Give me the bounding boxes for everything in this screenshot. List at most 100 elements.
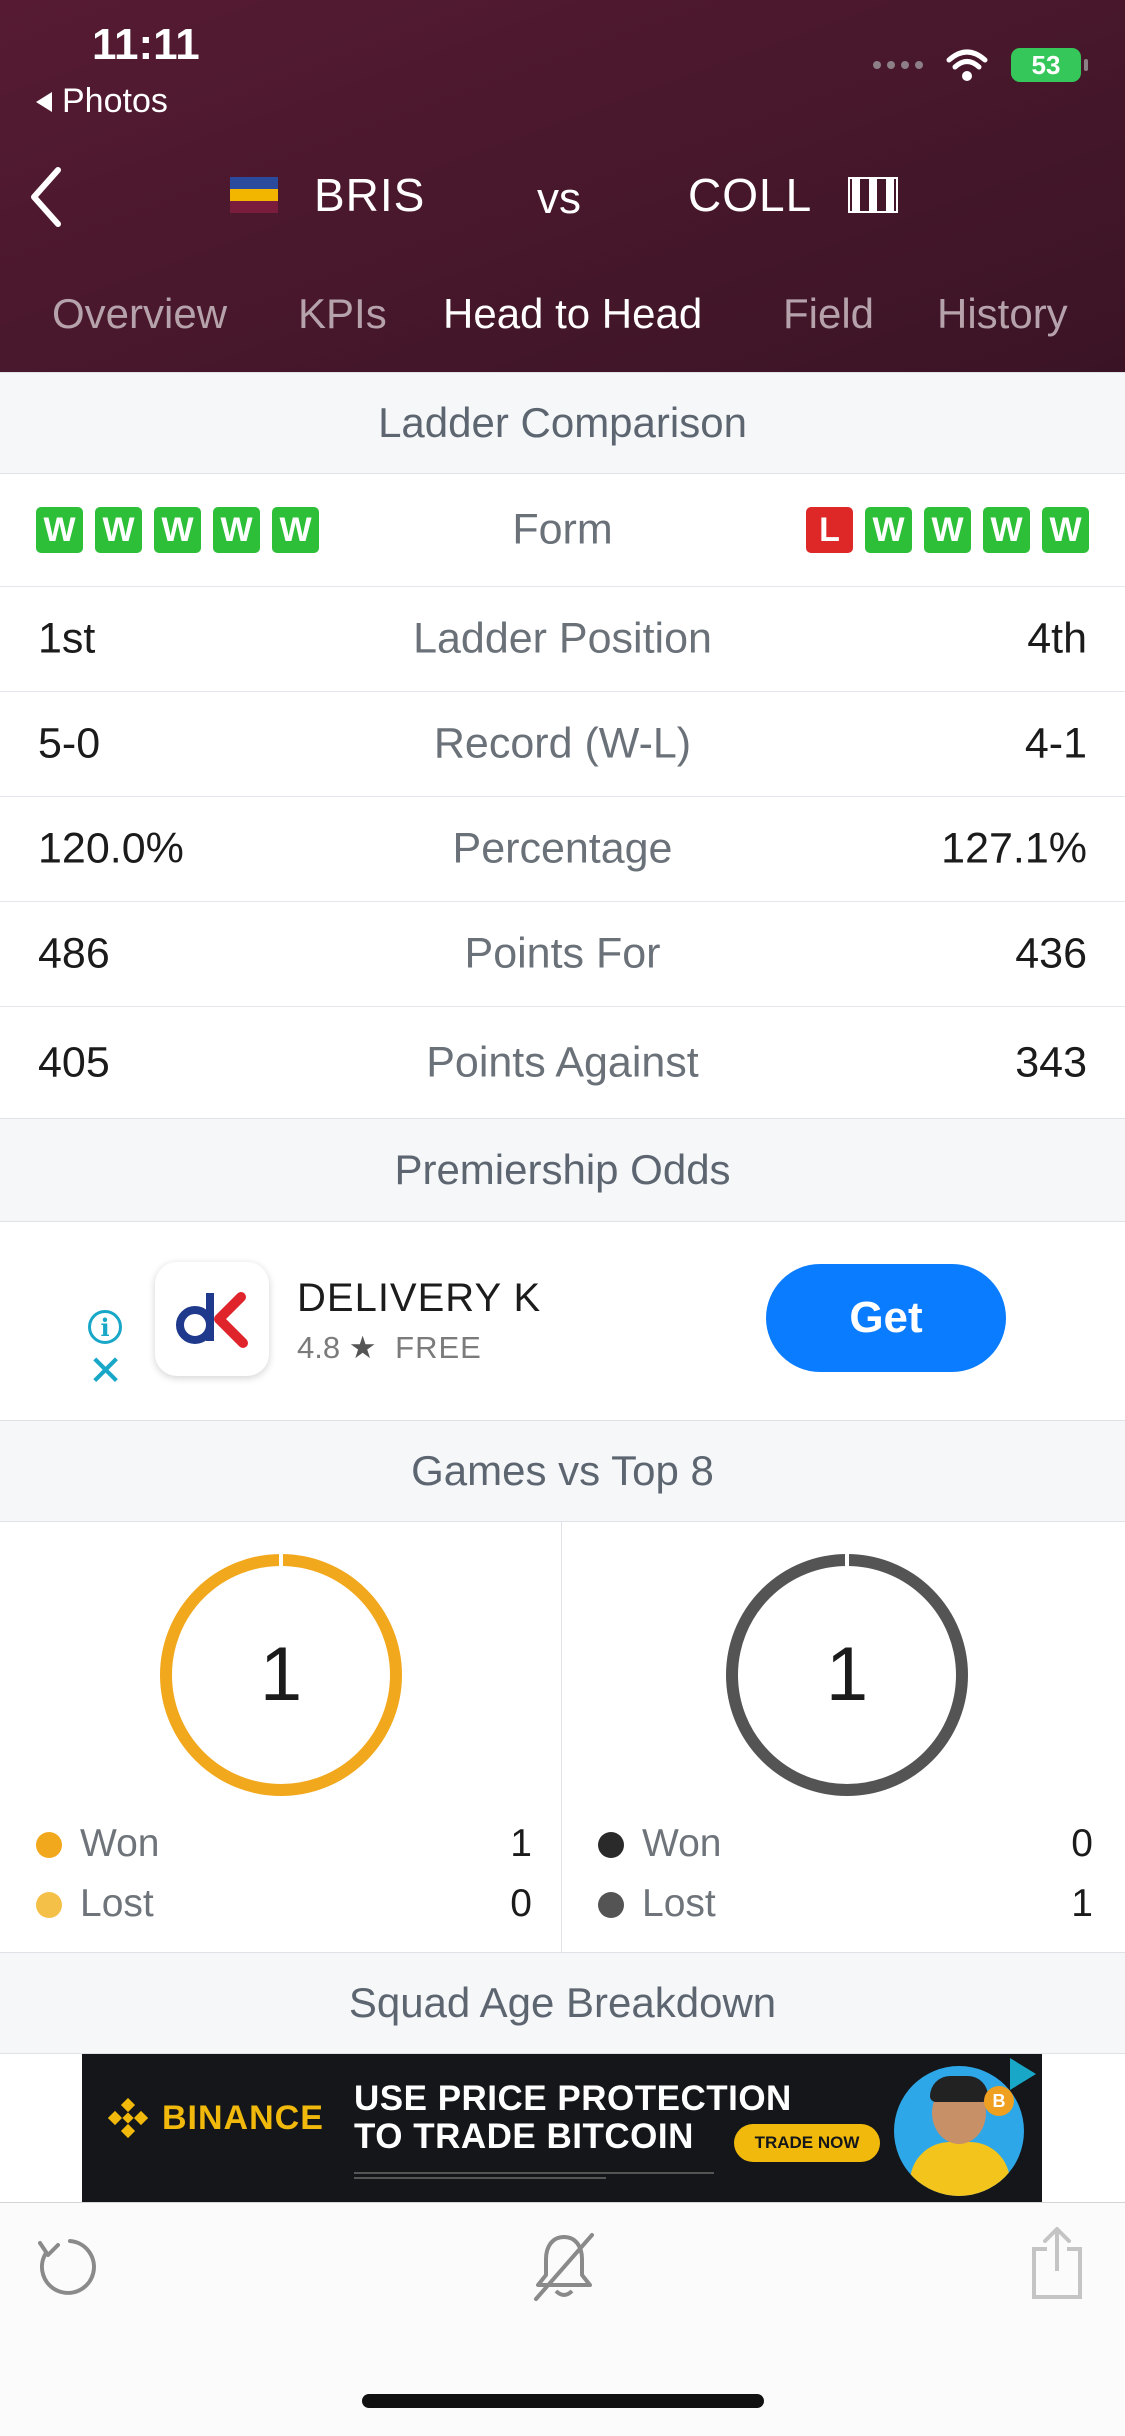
status-time: 11:11 <box>92 20 200 69</box>
away-won-count: 0 <box>1071 1822 1093 1865</box>
back-triangle-icon <box>36 91 52 112</box>
bell-slash-icon[interactable] <box>528 2229 600 2305</box>
form-badge: W <box>924 507 971 553</box>
binance-brand: BINANCE <box>162 2098 324 2137</box>
stat-label: Points Against <box>426 1038 699 1086</box>
form-badge: L <box>806 507 853 553</box>
premiership-odds-header: Premiership Odds <box>0 1118 1125 1222</box>
banner-person-image <box>894 2066 1024 2196</box>
form-row: W W W W W Form L W W W W <box>0 474 1125 587</box>
home-team[interactable]: BRIS <box>230 168 425 222</box>
percentage-row: 120.0% Percentage 127.1% <box>0 797 1125 902</box>
tab-field[interactable]: Field <box>783 290 874 338</box>
home-indicator[interactable] <box>362 2394 764 2408</box>
delivery-app-icon[interactable] <box>155 1262 269 1376</box>
battery-icon: 53 <box>1011 48 1088 82</box>
ladder-position-row: 1st Ladder Position 4th <box>0 587 1125 692</box>
away-won-legend-row: Won 0 <box>598 1818 1093 1868</box>
form-badge: W <box>865 507 912 553</box>
lost-label: Lost <box>642 1882 716 1925</box>
home-won-legend-row: Won 1 <box>36 1818 532 1868</box>
tab-head-to-head[interactable]: Head to Head <box>443 290 702 338</box>
stat-label: Points For <box>464 929 661 978</box>
lost-dot-icon <box>36 1892 62 1918</box>
premiership-odds-title: Premiership Odds <box>394 1146 731 1193</box>
home-top8-total: 1 <box>260 1632 302 1717</box>
banner-line2: TO TRADE BITCOIN <box>354 2117 694 2156</box>
won-dot-icon <box>598 1832 624 1858</box>
tab-history[interactable]: History <box>937 290 1068 338</box>
binance-logo: BINANCE <box>108 2098 324 2138</box>
points-for-row: 486 Points For 436 <box>0 902 1125 1007</box>
squad-age-header: Squad Age Breakdown <box>0 1953 1125 2054</box>
away-form-badges: L W W W W <box>806 507 1089 553</box>
away-value: 436 <box>1015 929 1087 978</box>
tab-overview[interactable]: Overview <box>52 290 227 338</box>
back-to-photos-link[interactable]: Photos <box>36 82 168 121</box>
stat-label: Record (W-L) <box>433 719 692 768</box>
home-top8-donut: 1 <box>160 1552 402 1796</box>
ladder-comparison-header: Ladder Comparison <box>0 372 1125 474</box>
share-icon[interactable] <box>1030 2225 1084 2301</box>
away-value: 127.1% <box>941 824 1087 873</box>
away-top8-total: 1 <box>826 1632 868 1717</box>
trade-now-button[interactable]: TRADE NOW <box>734 2124 880 2162</box>
signal-dots-icon <box>873 61 923 69</box>
binance-banner-ad[interactable]: BINANCE USE PRICE PROTECTION TO TRADE BI… <box>82 2054 1042 2202</box>
ad-app-rating: 4.8 ★ FREE <box>297 1330 482 1366</box>
bitcoin-coin-icon: B <box>984 2086 1014 2116</box>
versus-label: vs <box>537 174 581 223</box>
battery-level: 53 <box>1031 49 1061 80</box>
games-vs-top8-title: Games vs Top 8 <box>411 1447 714 1494</box>
away-value: 4-1 <box>1024 719 1087 768</box>
away-lost-legend-row: Lost 1 <box>598 1878 1093 1928</box>
ad-get-button[interactable]: Get <box>766 1264 1006 1372</box>
brisbane-guernsey-icon <box>230 177 278 213</box>
home-won-legend <box>36 1522 531 1572</box>
star-icon: ★ <box>348 1330 377 1365</box>
stat-label: Ladder Position <box>413 614 712 663</box>
ad-info-icon[interactable]: i <box>88 1310 122 1344</box>
back-chevron-icon[interactable] <box>26 166 66 228</box>
home-lost-count: 0 <box>510 1882 532 1925</box>
won-label: Won <box>80 1822 160 1865</box>
squad-age-title: Squad Age Breakdown <box>348 1979 777 2026</box>
wifi-icon <box>946 49 988 81</box>
games-vs-top8-header: Games vs Top 8 <box>0 1420 1125 1522</box>
ad-rating-value: 4.8 <box>297 1330 341 1365</box>
back-to-photos-label: Photos <box>62 82 168 120</box>
binance-diamond-icon <box>108 2098 148 2138</box>
lost-dot-icon <box>598 1892 624 1918</box>
status-indicators: 53 <box>873 48 1088 82</box>
won-dot-icon <box>36 1832 62 1858</box>
tab-bar: Overview KPIs Head to Head Field History <box>0 290 1125 350</box>
away-team[interactable]: COLL <box>688 168 899 222</box>
banner-line1: USE PRICE PROTECTION <box>354 2079 792 2118</box>
app-header: 11:11 Photos 53 BRIS vs COLL Overview KP… <box>0 0 1125 372</box>
lost-label: Lost <box>80 1882 154 1925</box>
home-won-count: 1 <box>510 1822 532 1865</box>
away-value: 4th <box>1027 614 1087 663</box>
banner-headline: USE PRICE PROTECTION TO TRADE BITCOIN <box>354 2080 792 2156</box>
match-title-bar: BRIS vs COLL <box>0 160 1125 230</box>
dk-logo-icon <box>176 1292 248 1348</box>
away-lost-count: 1 <box>1071 1882 1093 1925</box>
collingwood-guernsey-icon <box>848 177 899 213</box>
away-team-name: COLL <box>688 169 813 221</box>
away-value: 343 <box>1015 1038 1087 1086</box>
ad-app-name: DELIVERY K <box>297 1276 542 1320</box>
banner-fine-print <box>354 2172 714 2180</box>
tab-kpis[interactable]: KPIs <box>298 290 387 338</box>
ad-price: FREE <box>395 1330 482 1365</box>
ladder-comparison-title: Ladder Comparison <box>378 399 747 446</box>
ad-close-icon[interactable]: ✕ <box>88 1350 123 1392</box>
adchoices-icon[interactable] <box>1010 2058 1036 2090</box>
points-against-row: 405 Points Against 343 <box>0 1007 1125 1118</box>
away-top8-donut: 1 <box>726 1552 968 1796</box>
form-badge: W <box>1042 507 1089 553</box>
home-lost-legend-row: Lost 0 <box>36 1878 532 1928</box>
form-badge: W <box>983 507 1030 553</box>
refresh-icon[interactable] <box>34 2231 98 2301</box>
home-team-name: BRIS <box>314 169 426 221</box>
record-row: 5-0 Record (W-L) 4-1 <box>0 692 1125 797</box>
